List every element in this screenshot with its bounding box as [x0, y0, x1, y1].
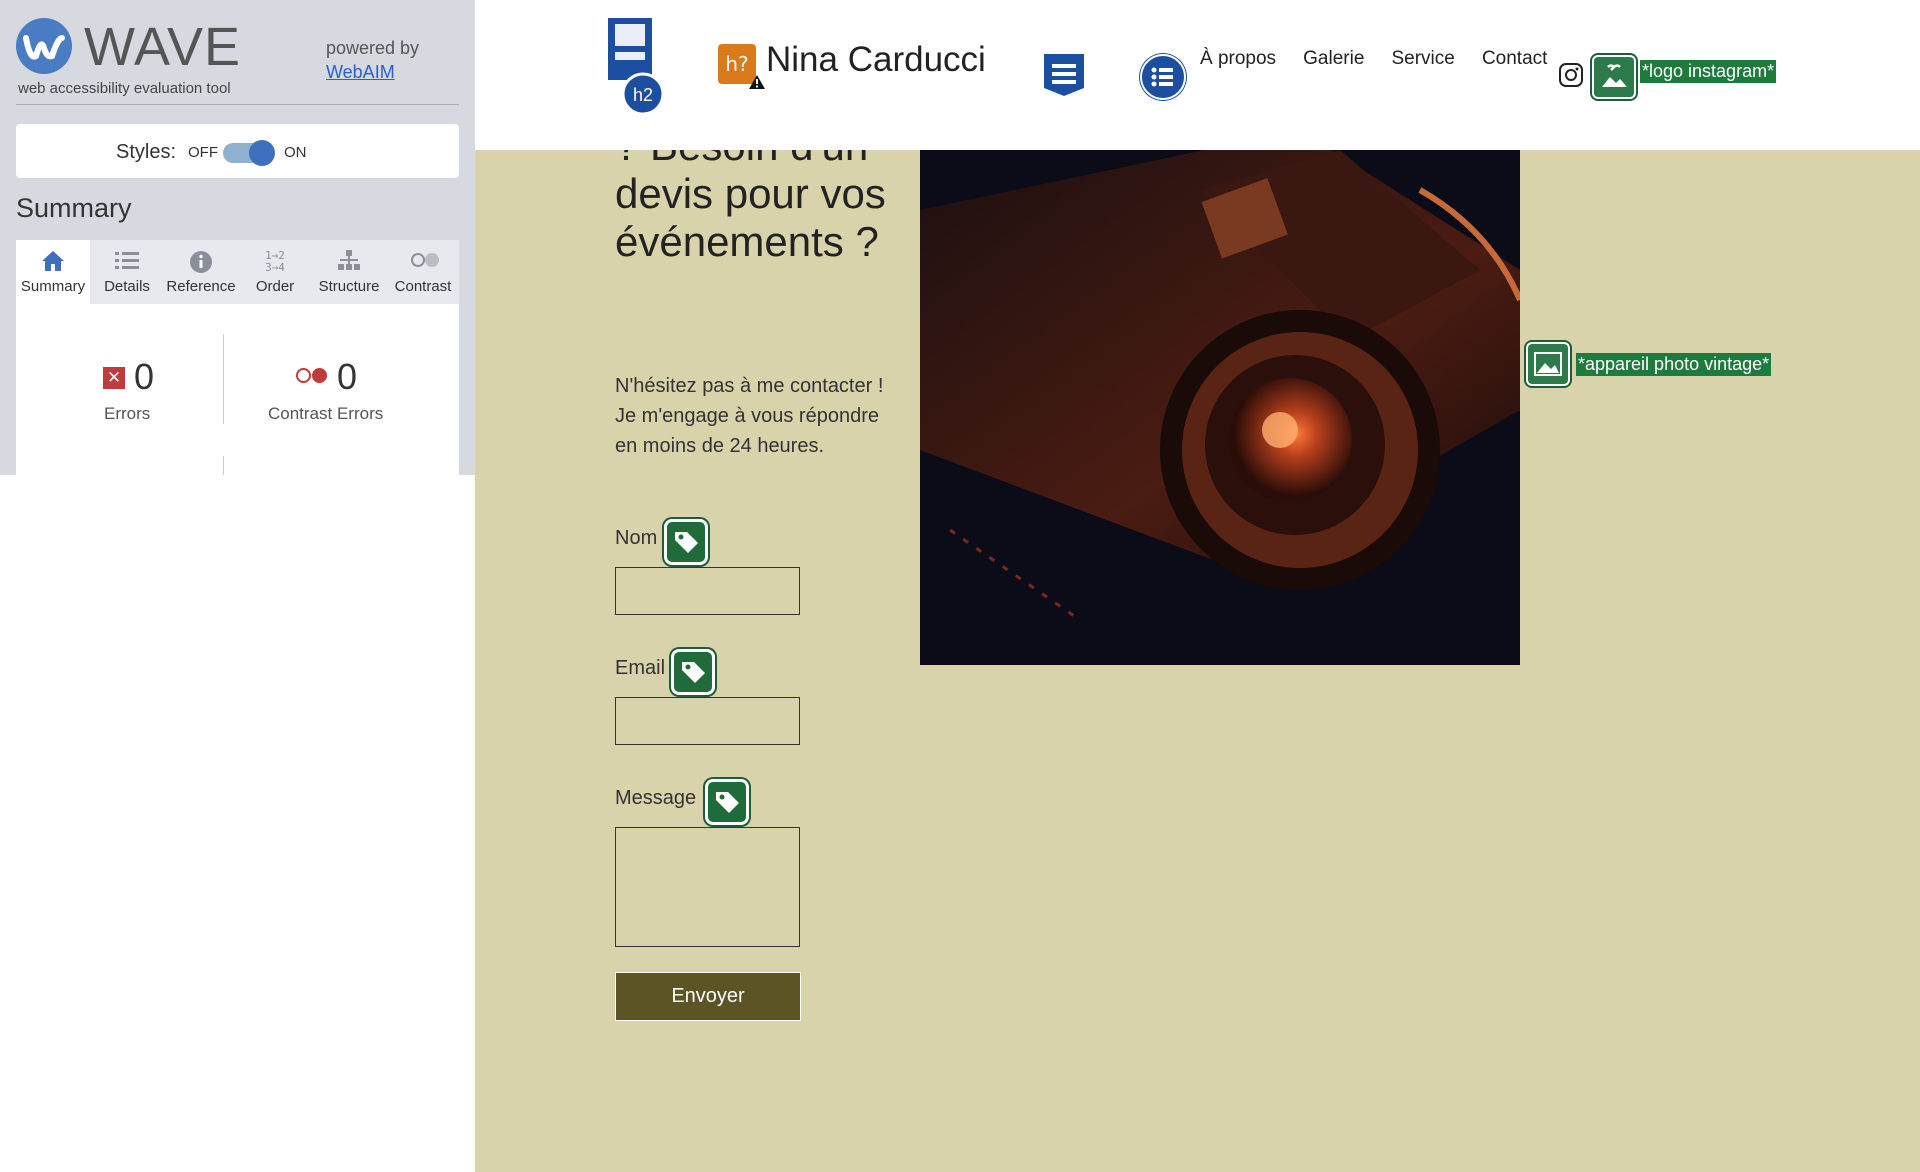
- possible-heading-warning-icon: h?: [718, 44, 765, 89]
- tab-label: Order: [255, 278, 295, 295]
- tab-summary[interactable]: Summary: [16, 240, 90, 304]
- styles-label: Styles:: [116, 141, 177, 163]
- nav-link-contact[interactable]: Contact: [1482, 48, 1547, 69]
- info-icon: [188, 250, 214, 274]
- tab-label: Contrast: [394, 278, 452, 295]
- home-icon: [40, 250, 66, 274]
- styles-off-label: OFF: [188, 144, 218, 161]
- wave-linked-image-icon: [1592, 55, 1636, 99]
- tab-reference[interactable]: Reference: [164, 240, 238, 304]
- webaim-link[interactable]: WebAIM: [326, 62, 395, 82]
- list-icon: [114, 250, 140, 274]
- wave-image-alt-icon: [1526, 342, 1570, 386]
- email-label: Email: [615, 657, 666, 679]
- wave-title: WAVE: [84, 17, 242, 77]
- h2-unknown-badge-text: h?: [725, 52, 749, 76]
- styles-toggle[interactable]: [223, 140, 275, 166]
- styles-toggle-panel: Styles: OFF ON: [16, 124, 459, 178]
- wave-sidebar: WAVE web accessibility evaluation tool p…: [0, 0, 475, 475]
- tab-label: Summary: [20, 278, 86, 295]
- site-header: h2 h? Nina Carducci À propos Galerie Ser…: [475, 0, 1920, 150]
- instagram-icon[interactable]: [1558, 62, 1584, 88]
- toggle-knob: [249, 140, 275, 166]
- order-icon: 1→2 3→4: [265, 249, 285, 274]
- tab-order[interactable]: 1→2 3→4 Order: [238, 240, 312, 304]
- tab-label: Reference: [166, 278, 236, 295]
- wave-list-icon: [1140, 54, 1186, 100]
- wave-logo-icon: [16, 18, 72, 74]
- tag-icon: [664, 519, 708, 565]
- contrast-errors-label: Contrast Errors: [268, 404, 384, 423]
- wave-unordered-list-icon: [1042, 52, 1086, 96]
- contrast-error-icon: [296, 368, 328, 387]
- tab-label: Details: [104, 278, 150, 295]
- summary-heading: Summary: [16, 193, 132, 223]
- wave-tabs: Summary Details Reference 1→2 3→4 Order S…: [16, 240, 459, 304]
- email-field[interactable]: [615, 697, 800, 745]
- divider: [223, 456, 224, 475]
- powered-by-label: powered by: [326, 38, 420, 58]
- tab-structure[interactable]: Structure: [312, 240, 386, 304]
- h2-badge-text: h2: [633, 85, 653, 105]
- contrast-errors-count: 0: [337, 356, 358, 397]
- instagram-alt-text: *logo instagram*: [1640, 60, 1777, 83]
- nav-link-a-propos[interactable]: À propos: [1200, 48, 1276, 69]
- vintage-camera-image: [920, 150, 1520, 665]
- tab-contrast[interactable]: Contrast: [386, 240, 460, 304]
- wave-heading-h2-icon: h2: [605, 16, 667, 120]
- structure-icon: [336, 250, 362, 274]
- submit-button[interactable]: Envoyer: [615, 972, 801, 1021]
- contrast-icon: [410, 250, 439, 274]
- tag-icon: [671, 649, 715, 695]
- message-field[interactable]: [615, 827, 800, 947]
- tab-details[interactable]: Details: [90, 240, 164, 304]
- name-field[interactable]: [615, 567, 800, 615]
- wave-subtitle: web accessibility evaluation tool: [18, 80, 231, 97]
- divider: [16, 104, 459, 105]
- nav-link-galerie[interactable]: Galerie: [1303, 48, 1364, 69]
- tab-label: Structure: [318, 278, 380, 295]
- powered-by: powered by WebAIM: [326, 36, 419, 84]
- website-page: h2 h? Nina Carducci À propos Galerie Ser…: [475, 0, 1920, 1172]
- summary-panel: ✕ 0 Errors 0 Contrast Errors: [16, 304, 459, 475]
- photo-alt-text: *appareil photo vintage*: [1576, 353, 1772, 376]
- errors-label: Errors: [104, 404, 151, 423]
- errors-count: 0: [134, 356, 155, 397]
- name-label: Nom: [615, 527, 658, 549]
- tag-icon: [705, 779, 749, 825]
- nav-link-service[interactable]: Service: [1391, 48, 1454, 69]
- divider: [223, 334, 224, 424]
- contact-intro: N'hésitez pas à me contacter ! Je m'enga…: [615, 375, 884, 457]
- brand-title: Nina Carducci: [766, 40, 986, 79]
- main-nav: À propos Galerie Service Contact: [1200, 48, 1569, 70]
- styles-on-label: ON: [284, 144, 307, 161]
- error-icon: ✕: [103, 367, 125, 389]
- message-label: Message: [615, 787, 697, 809]
